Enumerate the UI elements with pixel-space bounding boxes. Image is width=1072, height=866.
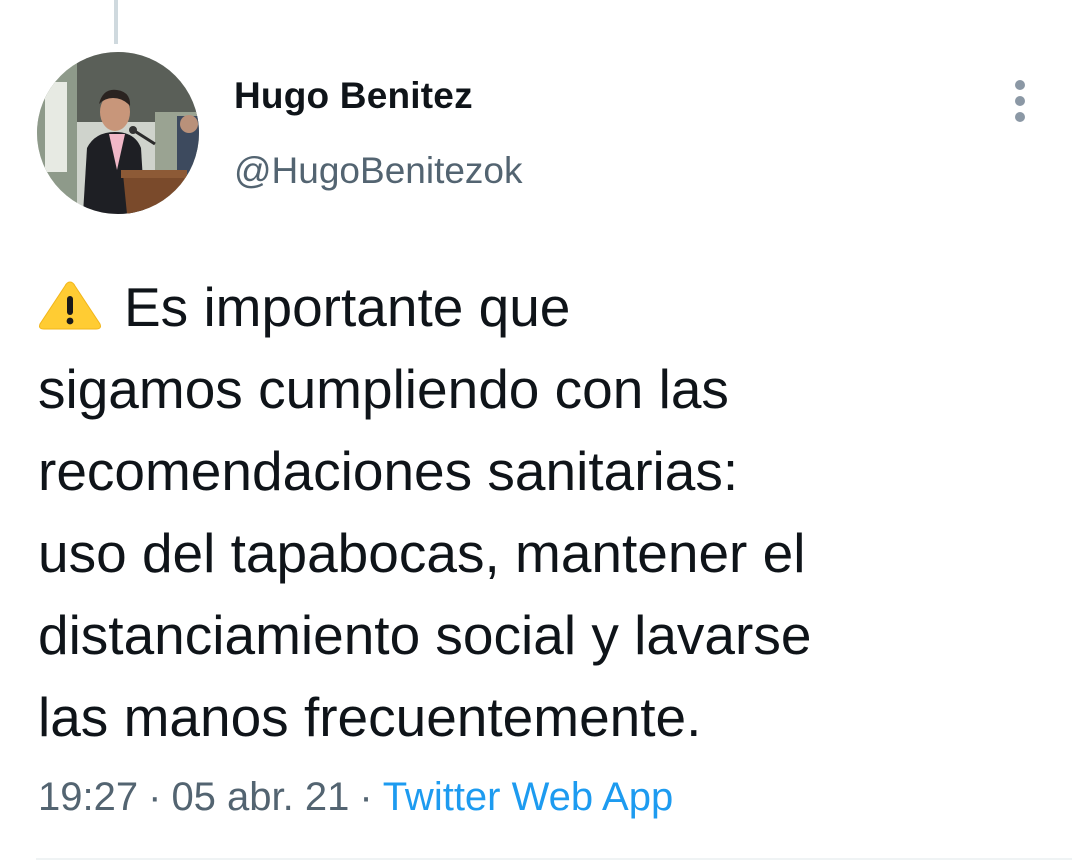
more-dot <box>1015 112 1025 122</box>
tweet-text-line: distanciamiento social y lavarse <box>38 604 812 666</box>
divider <box>36 858 1072 860</box>
tweet-text-line: uso del tapabocas, mantener el <box>38 522 806 584</box>
tweet-text-line: recomendaciones sanitarias: <box>38 440 739 502</box>
tweet-time[interactable]: 19:27 <box>38 775 138 819</box>
tweet-text-line: Es importante que <box>38 266 1038 348</box>
tweet-text-line: sigamos cumpliendo con las <box>38 358 729 420</box>
tweet-text: Es importante que sigamos cumpliendo con… <box>38 266 1038 758</box>
meta-separator: · <box>148 775 162 819</box>
more-dot <box>1015 96 1025 106</box>
avatar-photo <box>37 52 199 214</box>
tweet-text-segment: Es importante que <box>124 276 571 338</box>
meta-separator: · <box>359 775 373 819</box>
more-options-icon[interactable] <box>1004 76 1036 126</box>
avatar[interactable] <box>37 52 199 214</box>
author-display-name[interactable]: Hugo Benitez <box>234 75 473 117</box>
tweet-source-link[interactable]: Twitter Web App <box>383 775 674 819</box>
tweet-metadata: 19:27 · 05 abr. 21 · Twitter Web App <box>38 775 673 820</box>
thread-connector-line <box>114 0 118 44</box>
author-handle[interactable]: @HugoBenitezok <box>234 150 523 192</box>
tweet-date[interactable]: 05 abr. 21 <box>171 775 349 819</box>
tweet-text-line: las manos frecuentemente. <box>38 686 702 748</box>
more-dot <box>1015 80 1025 90</box>
warning-sign-icon <box>38 270 102 330</box>
